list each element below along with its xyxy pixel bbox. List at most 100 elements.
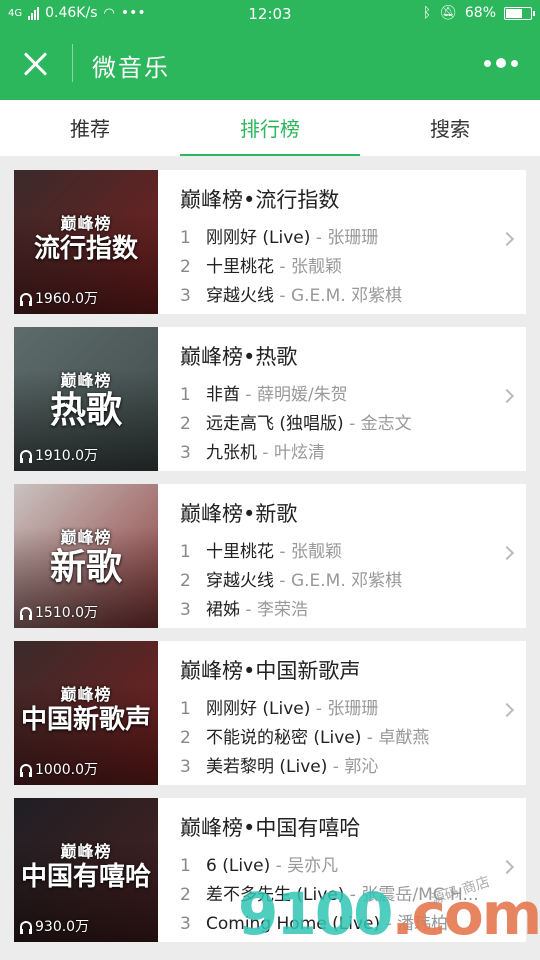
tab-bar: 推荐 排行榜 搜索 — [0, 100, 540, 156]
chart-card[interactable]: 巅峰榜 流行指数 1960.0万 巅峰榜•流行指数 1 刚刚好 (Live) - … — [14, 170, 526, 314]
watermark-logo: 9100.com — [238, 880, 540, 948]
song-name: 十里桃花 — [206, 542, 274, 562]
more-options-button[interactable] — [484, 58, 518, 68]
song-artist: 叶炫清 — [273, 443, 325, 463]
chart-cover: 巅峰榜 热歌 1910.0万 — [14, 327, 158, 471]
chart-card[interactable]: 巅峰榜 热歌 1910.0万 巅峰榜•热歌 1 非酋 - 薛明媛/朱贺 2 远走高飞… — [14, 327, 526, 471]
song-index: 3 — [180, 914, 191, 934]
chevron-right-icon — [499, 702, 515, 718]
chevron-right-icon — [499, 859, 515, 875]
watermark-text: 9100 — [238, 880, 393, 948]
cover-title: 中国新歌声 — [20, 705, 151, 735]
headphone-icon — [20, 449, 32, 463]
battery-percent: 68% — [464, 5, 496, 21]
cover-title: 新歌 — [49, 547, 122, 588]
chart-cover: 巅峰榜 中国新歌声 1000.0万 — [14, 641, 158, 785]
song-artist: 郭沁 — [344, 757, 379, 777]
song-index: 2 — [180, 728, 191, 748]
song-index: 1 — [180, 228, 191, 248]
song-artist: 薛明媛/朱贺 — [256, 385, 348, 405]
song-separator: - — [274, 257, 291, 277]
song-artist: 李荣浩 — [256, 600, 308, 620]
song-item: 3 裙姊 - 李荣浩 — [180, 596, 492, 625]
battery-icon — [504, 6, 535, 20]
song-item: 2 穿越火线 - G.E.M. 邓紫棋 — [180, 567, 492, 596]
song-index: 1 — [180, 542, 191, 562]
song-item: 3 穿越火线 - G.E.M. 邓紫棋 — [180, 282, 492, 311]
song-name: 非酋 — [206, 385, 240, 405]
chevron-right-icon — [499, 231, 515, 247]
play-count-text: 1000.0万 — [35, 762, 98, 778]
chart-list: 巅峰榜 流行指数 1960.0万 巅峰榜•流行指数 1 刚刚好 (Live) - … — [14, 170, 526, 955]
chart-title: 巅峰榜•中国有嘻哈 — [180, 816, 361, 840]
song-index: 3 — [180, 600, 191, 620]
chart-info: 巅峰榜•新歌 1 十里桃花 - 张靓颖 2 穿越火线 - G.E.M. 邓紫棋 3裙… — [180, 498, 492, 625]
chart-title: 巅峰榜•热歌 — [180, 345, 298, 369]
song-name: 穿越火线 — [206, 571, 274, 591]
headphone-icon — [20, 606, 32, 620]
chart-title: 巅峰榜•流行指数 — [180, 188, 340, 212]
tab-search[interactable]: 搜索 — [360, 100, 540, 156]
chart-card[interactable]: 巅峰榜 中国新歌声 1000.0万 巅峰榜•中国新歌声 1 刚刚好 (Live) … — [14, 641, 526, 785]
chevron-right-icon — [499, 545, 515, 561]
song-artist: G.E.M. 邓紫棋 — [290, 286, 403, 306]
play-count-text: 1910.0万 — [35, 448, 98, 464]
chart-card[interactable]: 巅峰榜 新歌 1510.0万 巅峰榜•新歌 1 十里桃花 - 张靓颖 2 穿越火线 … — [14, 484, 526, 628]
song-index: 2 — [180, 571, 191, 591]
chart-title: 巅峰榜•中国新歌声 — [180, 659, 361, 683]
title-divider — [72, 44, 73, 82]
play-count: 1960.0万 — [20, 288, 98, 308]
cover-title: 热歌 — [49, 390, 122, 431]
song-index: 1 — [180, 856, 191, 876]
song-name: 6 (Live) — [206, 856, 271, 876]
song-name: 美若黎明 (Live) — [206, 757, 328, 777]
song-index: 2 — [180, 414, 191, 434]
chart-cover: 巅峰榜 流行指数 1960.0万 — [14, 170, 158, 314]
headphone-icon — [20, 920, 32, 934]
song-item: 1 非酋 - 薛明媛/朱贺 — [180, 381, 492, 410]
play-count: 1910.0万 — [20, 445, 98, 465]
headphone-icon — [20, 763, 32, 777]
song-index: 3 — [180, 443, 191, 463]
play-count-text: 1510.0万 — [35, 605, 98, 621]
chart-cover: 巅峰榜 中国有嘻哈 930.0万 — [14, 798, 158, 942]
song-name: 刚刚好 (Live) — [206, 699, 311, 719]
song-item: 3 九张机 - 叶炫清 — [180, 439, 492, 468]
more-dot-icon — [484, 59, 491, 67]
song-item: 2 不能说的秘密 (Live) - 卓猷燕 — [180, 724, 492, 753]
play-count: 1000.0万 — [20, 759, 98, 779]
page-title: 微音乐 — [92, 54, 170, 82]
chart-title: 巅峰榜•新歌 — [180, 502, 298, 526]
song-item: 2 远走高飞 (独唱版) - 金志文 — [180, 410, 492, 439]
song-separator: - — [274, 571, 291, 591]
chevron-right-icon — [499, 388, 515, 404]
song-artist: 张靓颖 — [290, 542, 342, 562]
chart-info: 巅峰榜•中国新歌声 1 刚刚好 (Live) - 张珊珊 2 不能说的秘密 (Liv… — [180, 655, 492, 782]
song-artist: 卓猷燕 — [378, 728, 430, 748]
song-item: 1 十里桃花 - 张靓颖 — [180, 538, 492, 567]
song-separator: - — [270, 856, 288, 876]
song-artist: 张靓颖 — [290, 257, 342, 277]
song-separator: - — [274, 542, 291, 562]
chart-cover: 巅峰榜 新歌 1510.0万 — [14, 484, 158, 628]
play-count: 930.0万 — [20, 916, 89, 936]
song-separator: - — [327, 757, 345, 777]
tab-charts[interactable]: 排行榜 — [180, 100, 360, 156]
song-separator: - — [257, 443, 274, 463]
song-artist: 张珊珊 — [327, 699, 379, 719]
close-button[interactable] — [20, 48, 52, 80]
play-count-text: 930.0万 — [35, 919, 90, 935]
song-separator: - — [240, 385, 257, 405]
song-item: 1 刚刚好 (Live) - 张珊珊 — [180, 224, 492, 253]
status-bar: 4G 0.46K/s ◠ ••• 12:03 ᛒ 🔕︎ 68% — [0, 0, 540, 28]
song-item: 2 十里桃花 - 张靓颖 — [180, 253, 492, 282]
song-index: 3 — [180, 757, 191, 777]
tab-recommend[interactable]: 推荐 — [0, 100, 180, 156]
song-separator: - — [343, 414, 361, 434]
more-dot-icon — [511, 59, 518, 67]
song-name: 九张机 — [206, 443, 257, 463]
play-count-text: 1960.0万 — [35, 291, 98, 307]
mute-icon: 🔕︎ — [439, 5, 457, 21]
song-index: 2 — [180, 885, 191, 905]
song-index: 3 — [180, 286, 191, 306]
